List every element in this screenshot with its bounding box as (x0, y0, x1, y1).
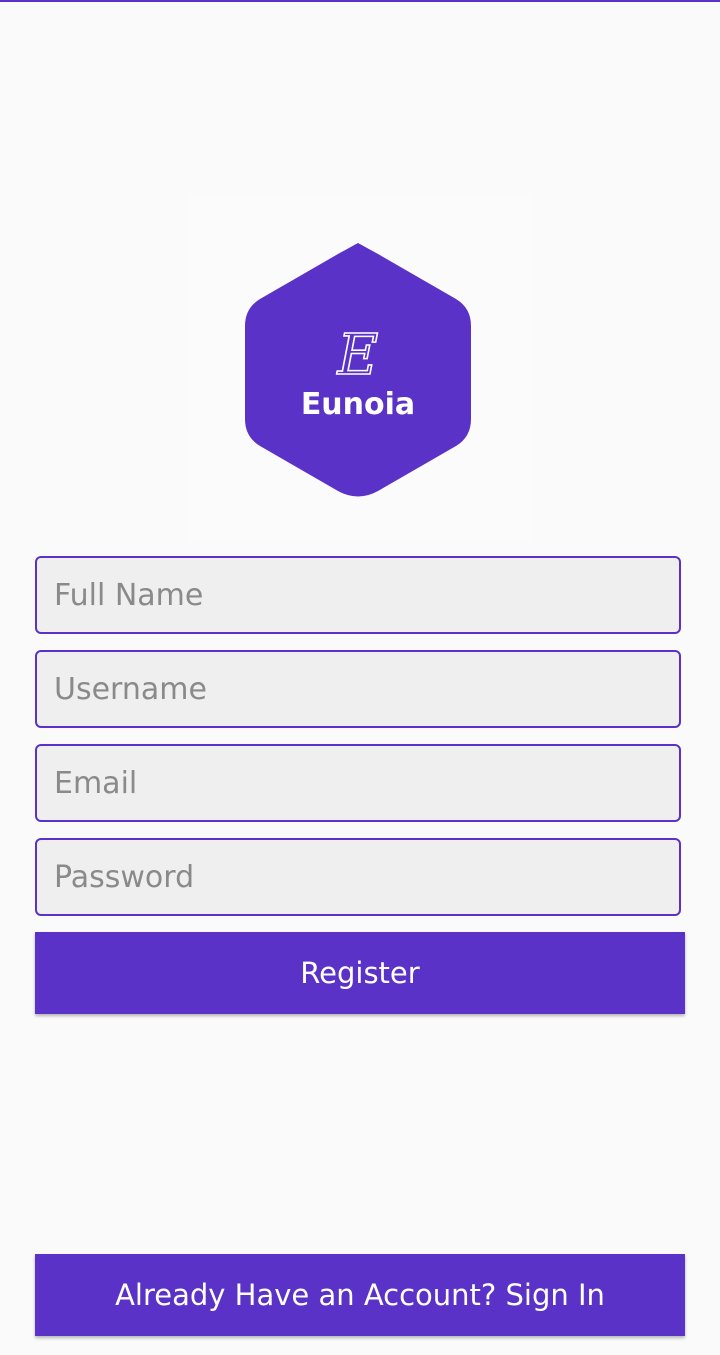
logo-wordmark: Eunoia (301, 387, 415, 422)
status-divider (0, 0, 720, 2)
eunoia-hexagon-logo: E Eunoia (245, 243, 471, 497)
logo-initial: E (337, 323, 379, 388)
email-input[interactable] (35, 744, 681, 822)
sign-in-button[interactable]: Already Have an Account? Sign In (35, 1254, 685, 1336)
app-logo: E Eunoia (188, 196, 532, 540)
register-button[interactable]: Register (35, 932, 685, 1014)
password-input[interactable] (35, 838, 681, 916)
username-input[interactable] (35, 650, 681, 728)
full-name-input[interactable] (35, 556, 681, 634)
